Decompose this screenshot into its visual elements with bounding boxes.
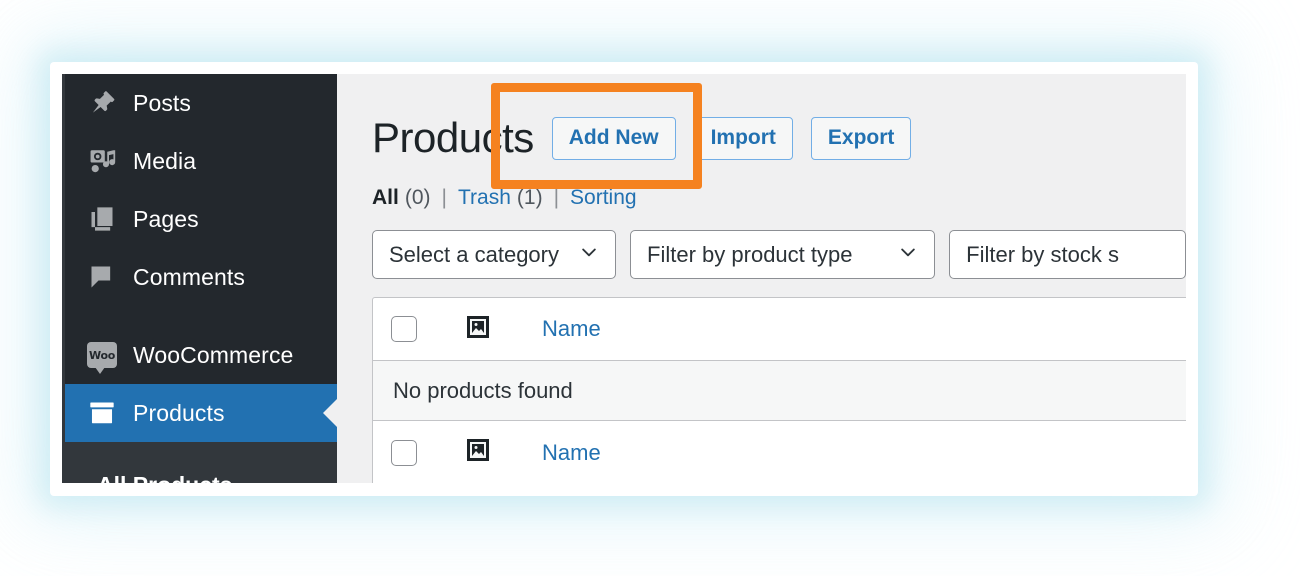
sidebar-item-products[interactable]: Products — [65, 384, 337, 442]
products-table: Name No products found Name — [372, 297, 1186, 483]
sidebar-submenu-all-products[interactable]: All Products — [65, 442, 337, 483]
comment-icon — [85, 260, 119, 294]
image-column-header — [435, 315, 520, 344]
view-count-all: (0) — [404, 186, 431, 209]
media-icon — [85, 144, 119, 178]
product-type-select-label: Filter by product type — [647, 241, 853, 267]
select-all-checkbox-footer[interactable] — [391, 439, 417, 466]
table-footer-row: Name — [373, 421, 1186, 483]
view-separator: | — [553, 186, 560, 209]
filter-bar: Select a category Filter by product type… — [372, 230, 1186, 279]
sidebar-item-label: WooCommerce — [133, 341, 294, 368]
stock-status-select[interactable]: Filter by stock s — [949, 230, 1186, 279]
view-filter-links: All (0) | Trash (1) | Sorting — [372, 186, 1186, 210]
category-select[interactable]: Select a category — [372, 230, 617, 279]
view-link-sorting[interactable]: Sorting — [570, 186, 637, 210]
view-separator: | — [441, 186, 447, 209]
name-column-header[interactable]: Name — [520, 316, 601, 342]
select-all-checkbox-cell — [373, 316, 435, 342]
pin-icon — [85, 86, 119, 120]
sidebar-item-media[interactable]: Media — [65, 132, 337, 190]
image-placeholder-icon — [466, 315, 490, 344]
image-column-footer — [435, 438, 520, 467]
sidebar-item-woocommerce[interactable]: Woo WooCommerce — [65, 326, 337, 384]
screenshot-stage: Posts Media Pages Comments Woo WooCommer… — [0, 0, 1300, 576]
sidebar-item-label: Products — [133, 399, 225, 426]
page-header: Products Add New Import Export — [372, 112, 1186, 164]
sidebar-submenu-label: All Products — [97, 472, 232, 483]
chevron-down-icon — [898, 242, 918, 268]
category-select-label: Select a category — [389, 241, 559, 267]
admin-content: Products Add New Import Export All (0) |… — [337, 74, 1186, 483]
select-all-checkbox[interactable] — [391, 316, 417, 342]
export-button[interactable]: Export — [810, 116, 912, 160]
sidebar-item-label: Media — [133, 147, 197, 174]
empty-state-row: No products found — [373, 361, 1186, 421]
table-header-row: Name — [373, 298, 1186, 361]
product-type-select[interactable]: Filter by product type — [630, 230, 936, 279]
add-new-button[interactable]: Add New — [551, 116, 676, 160]
chevron-down-icon — [579, 242, 599, 268]
sidebar-item-pages[interactable]: Pages — [65, 190, 337, 248]
sidebar-item-label: Posts — [133, 89, 192, 116]
view-link-all[interactable]: All — [372, 186, 399, 210]
sidebar-item-label: Pages — [133, 205, 199, 232]
image-placeholder-icon — [466, 438, 490, 467]
admin-sidebar: Posts Media Pages Comments Woo WooCommer… — [62, 74, 337, 483]
sidebar-separator — [65, 306, 337, 326]
sidebar-item-posts[interactable]: Posts — [65, 74, 337, 132]
wordpress-admin-screenshot: Posts Media Pages Comments Woo WooCommer… — [62, 74, 1186, 483]
woocommerce-icon: Woo — [85, 338, 119, 374]
sidebar-item-comments[interactable]: Comments — [65, 248, 337, 306]
name-column-footer[interactable]: Name — [520, 440, 601, 466]
select-all-checkbox-cell-footer — [373, 439, 435, 466]
view-link-trash[interactable]: Trash — [458, 186, 511, 210]
import-button[interactable]: Import — [693, 116, 793, 160]
products-box-icon — [85, 396, 119, 430]
empty-state-message: No products found — [393, 377, 573, 403]
page-title: Products — [372, 114, 534, 161]
view-count-trash: (1) — [516, 186, 543, 209]
sidebar-item-label: Comments — [133, 263, 245, 290]
pages-icon — [85, 202, 119, 236]
stock-status-select-label: Filter by stock s — [966, 241, 1119, 267]
